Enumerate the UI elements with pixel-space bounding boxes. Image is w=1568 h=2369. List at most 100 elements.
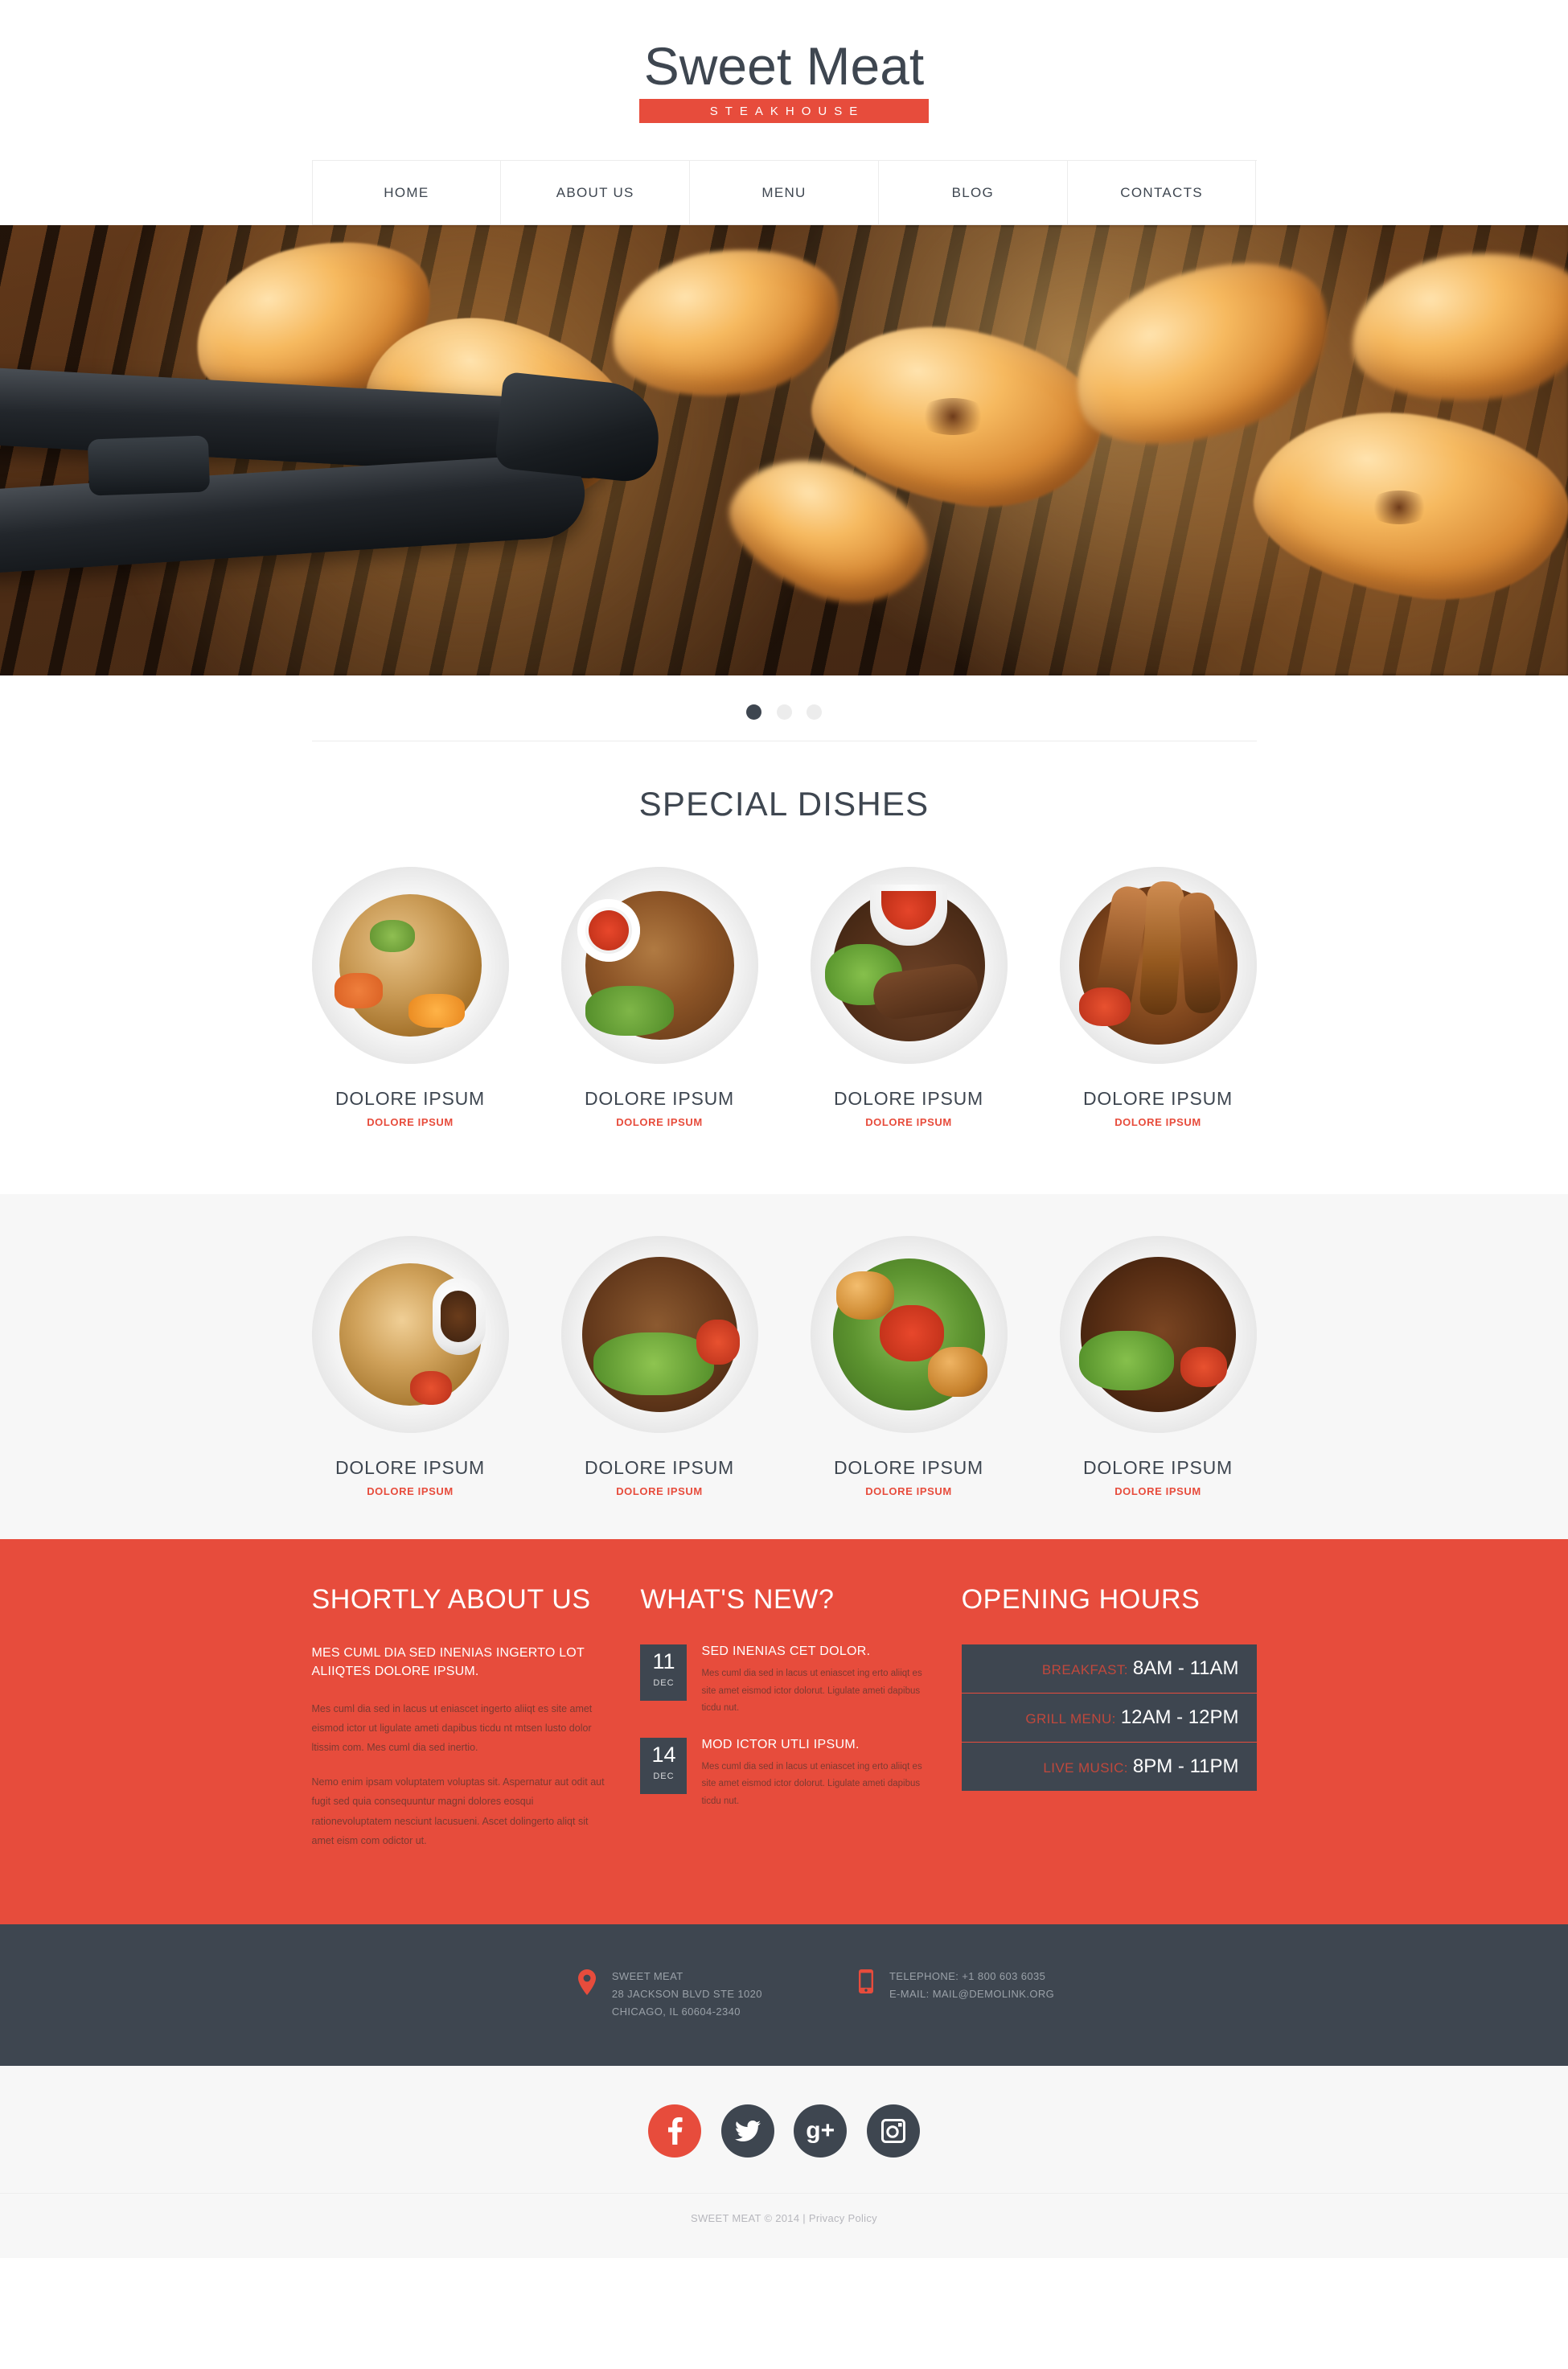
dish-card[interactable]: DOLORE IPSUM DOLORE IPSUM (560, 1236, 758, 1497)
dish-card[interactable]: DOLORE IPSUM DOLORE IPSUM (1059, 1236, 1257, 1497)
footer-contact-bar: SWEET MEAT 28 JACKSON BLVD STE 1020 CHIC… (0, 1924, 1568, 2066)
google-plus-icon[interactable]: g+ (794, 2104, 848, 2158)
page-root: Sweet Meat STEAKHOUSE HOME ABOUT US MENU… (0, 0, 1568, 2258)
nav-item-menu[interactable]: MENU (690, 161, 879, 225)
facebook-icon[interactable] (648, 2104, 702, 2158)
dish-card[interactable]: DOLORE IPSUM DOLORE IPSUM (560, 867, 758, 1129)
footer-columns: SWEET MEAT 28 JACKSON BLVD STE 1020 CHIC… (312, 1968, 1257, 2020)
about-column: SHORTLY ABOUT US MES CUML DIA SED INENIA… (312, 1584, 605, 1865)
nav-item-about-us[interactable]: ABOUT US (501, 161, 691, 225)
dish-image-chicken-breast[interactable] (311, 867, 509, 1065)
privacy-policy-link[interactable]: Privacy Policy (809, 2212, 877, 2224)
hours-row-grill-menu: GRILL MENU: 12AM - 12PM (961, 1694, 1257, 1743)
dish-title: DOLORE IPSUM (834, 1457, 983, 1479)
nav-list: HOME ABOUT US MENU BLOG CONTACTS (311, 160, 1257, 226)
dish-card[interactable]: DOLORE IPSUM DOLORE IPSUM (810, 867, 1008, 1129)
hero-slider[interactable] (0, 225, 1568, 676)
news-item-title[interactable]: MOD ICTOR UTLI IPSUM. (701, 1738, 926, 1752)
news-date-badge: 11 DEC (640, 1644, 688, 1702)
food-tomato (1078, 987, 1131, 1027)
footer-address-block: SWEET MEAT 28 JACKSON BLVD STE 1020 CHIC… (577, 1968, 762, 2020)
dish-subtitle: DOLORE IPSUM (865, 1485, 952, 1498)
news-item[interactable]: 11 DEC SED INENIAS CET DOLOR. Mes cuml d… (640, 1644, 926, 1717)
dish-image-sliced-steak[interactable] (560, 1236, 758, 1434)
food-ketchup (879, 1305, 944, 1362)
hours-value: 8PM - 11PM (1132, 1755, 1239, 1778)
dish-row-one: DOLORE IPSUM DOLORE IPSUM DOLORE IPSUM D… (311, 831, 1257, 1129)
news-date-badge: 14 DEC (640, 1738, 688, 1795)
hours-row-live-music: LIVE MUSIC: 8PM - 11PM (962, 1743, 1257, 1791)
dish-title: DOLORE IPSUM (335, 1088, 485, 1110)
social-links-bar: g+ (0, 2065, 1568, 2193)
news-month: DEC (653, 1772, 675, 1782)
nav-item-contacts[interactable]: CONTACTS (1067, 161, 1257, 225)
info-band: SHORTLY ABOUT US MES CUML DIA SED INENIA… (0, 1539, 1568, 1925)
dish-image-meat-chunks[interactable] (560, 867, 758, 1065)
twitter-icon[interactable] (720, 2104, 774, 2158)
food-sauce (588, 910, 629, 951)
hours-value: 12AM - 12PM (1120, 1706, 1239, 1729)
slider-dot-3[interactable] (806, 704, 822, 721)
dish-title: DOLORE IPSUM (585, 1088, 734, 1110)
footer-contact-block: TELEPHONE: +1 800 603 6035 E-MAIL: MAIL@… (858, 1968, 1054, 2020)
dish-subtitle: DOLORE IPSUM (865, 1116, 952, 1129)
special-dishes-section-secondary: DOLORE IPSUM DOLORE IPSUM DOLORE IPSUM D… (0, 1194, 1568, 1540)
about-title: SHORTLY ABOUT US (311, 1584, 591, 1616)
copyright-text: SWEET MEAT © 2014 | (691, 2211, 809, 2224)
dish-image-ribs[interactable] (1059, 867, 1257, 1065)
main-navigation: HOME ABOUT US MENU BLOG CONTACTS (0, 138, 1568, 226)
hours-label: BREAKFAST: (1041, 1662, 1128, 1678)
dish-image-beef-slices[interactable] (810, 867, 1008, 1065)
dish-card[interactable]: DOLORE IPSUM DOLORE IPSUM (810, 1236, 1008, 1498)
grill-tongs (0, 367, 716, 618)
slider-dot-1[interactable] (746, 704, 762, 721)
news-item-title[interactable]: SED INENIAS CET DOLOR. (701, 1644, 926, 1659)
mobile-phone-icon (858, 1968, 873, 1997)
about-paragraph-1: Mes cuml dia sed in lacus ut eniascet in… (311, 1702, 593, 1754)
dish-card[interactable]: DOLORE IPSUM DOLORE IPSUM (1059, 867, 1257, 1129)
slider-pagination (0, 675, 1568, 741)
nav-item-blog[interactable]: BLOG (878, 161, 1068, 225)
hours-box: BREAKFAST: 8AM - 11AM GRILL MENU: 12AM - 1… (961, 1644, 1257, 1792)
food-wing (835, 1271, 894, 1320)
instagram-icon[interactable] (866, 2104, 920, 2158)
special-dishes-section: SPECIAL DISHES DOLORE IPSUM DOLORE IPSUM (0, 741, 1568, 1153)
site-header: Sweet Meat STEAKHOUSE (0, 0, 1568, 138)
food-tomato (409, 1371, 452, 1406)
news-day: 14 (651, 1743, 676, 1768)
page-title: SPECIAL DISHES (638, 785, 930, 823)
news-item-text: Mes cuml dia sed in lacus ut eniascet in… (701, 1669, 922, 1713)
dish-row-two: DOLORE IPSUM DOLORE IPSUM DOLORE IPSUM D… (311, 1201, 1257, 1498)
food-greens (369, 920, 415, 953)
footer-telephone[interactable]: TELEPHONE: +1 800 603 6035 (889, 1968, 1054, 1985)
food-sauce (440, 1291, 476, 1343)
dish-card[interactable]: DOLORE IPSUM DOLORE IPSUM (311, 1236, 509, 1497)
news-item[interactable]: 14 DEC MOD ICTOR UTLI IPSUM. Mes cuml di… (640, 1738, 926, 1810)
tong-tip (494, 372, 664, 485)
news-title: WHAT'S NEW? (640, 1584, 835, 1616)
food-greens (585, 986, 674, 1037)
slider-dot-2[interactable] (776, 704, 792, 721)
dish-card[interactable]: DOLORE IPSUM DOLORE IPSUM (311, 867, 509, 1129)
news-item-text: Mes cuml dia sed in lacus ut eniascet in… (701, 1762, 922, 1806)
dish-subtitle: DOLORE IPSUM (616, 1116, 703, 1129)
dish-image-grilled-steak[interactable] (1059, 1236, 1257, 1434)
dish-image-roasted-roll[interactable] (311, 1236, 509, 1434)
food-tomato (1180, 1347, 1227, 1388)
logo[interactable]: Sweet Meat STEAKHOUSE (0, 38, 1568, 124)
news-body: SED INENIAS CET DOLOR. Mes cuml dia sed … (701, 1644, 926, 1717)
google-plus-glyph: g+ (806, 2116, 835, 2144)
dish-image-wings-salad[interactable] (810, 1236, 1008, 1434)
dish-title: DOLORE IPSUM (1083, 1457, 1233, 1479)
dish-title: DOLORE IPSUM (834, 1088, 983, 1110)
dish-subtitle: DOLORE IPSUM (367, 1116, 454, 1129)
footer-email[interactable]: E-MAIL: MAIL@DEMOLINK.ORG (889, 1985, 1054, 2003)
footer-address-text: SWEET MEAT 28 JACKSON BLVD STE 1020 CHIC… (612, 1968, 762, 2020)
nav-item-home[interactable]: HOME (312, 161, 502, 225)
footer-address-line-1: SWEET MEAT (611, 1970, 683, 1983)
hours-label: GRILL MENU: (1025, 1711, 1116, 1727)
logo-tagline: STEAKHOUSE (639, 99, 929, 124)
tong-hinge (87, 435, 211, 496)
about-paragraph-2: Nemo enim ipsam voluptatem voluptas sit.… (311, 1776, 605, 1846)
dish-subtitle: DOLORE IPSUM (1114, 1116, 1201, 1129)
